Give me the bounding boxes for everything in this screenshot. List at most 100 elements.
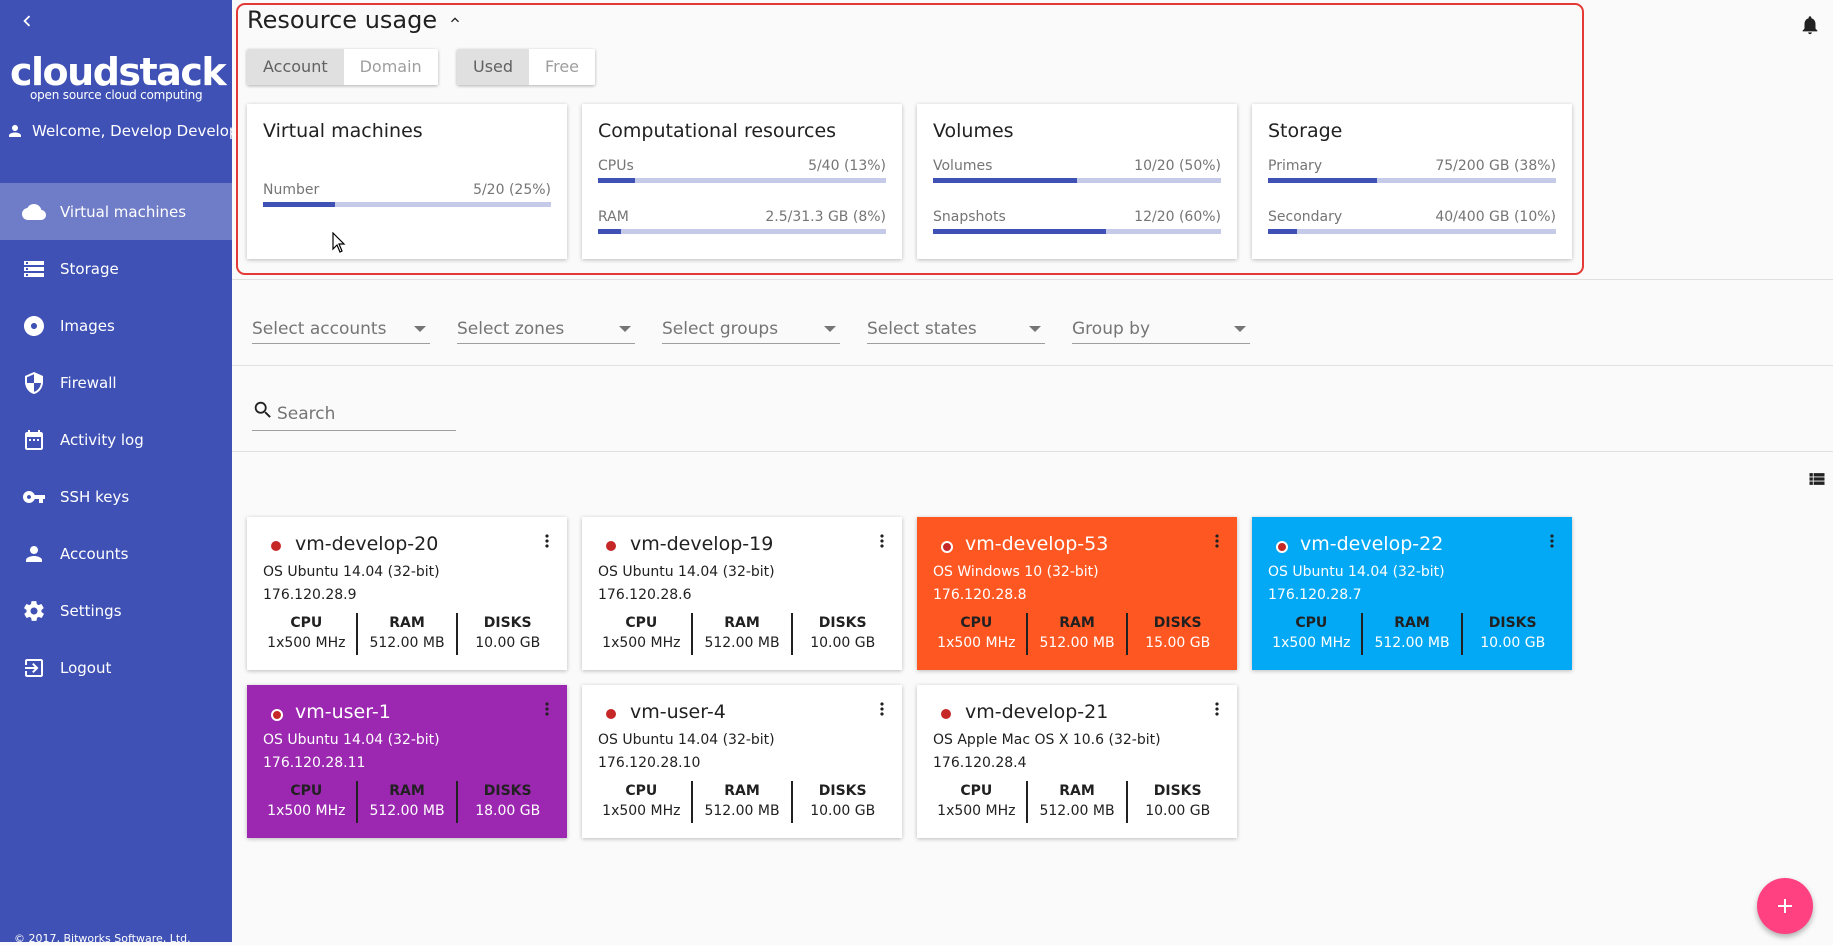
toggle-account[interactable]: Account bbox=[247, 49, 344, 85]
usage-meter: Snapshots 12/20 (60%) bbox=[933, 209, 1221, 234]
select-groups-dropdown[interactable]: Select groups bbox=[662, 315, 840, 344]
more-vert-icon[interactable] bbox=[537, 697, 557, 721]
add-vm-button[interactable] bbox=[1757, 878, 1813, 934]
stat-label: DISKS bbox=[818, 783, 867, 799]
sidebar-item-virtual-machines[interactable]: Virtual machines bbox=[0, 183, 232, 240]
sidebar-item-activity-log[interactable]: Activity log bbox=[0, 411, 232, 468]
meter-bar bbox=[598, 229, 886, 234]
search-input[interactable] bbox=[275, 403, 457, 425]
calendar-icon bbox=[25, 429, 43, 450]
sidebar-item-storage[interactable]: Storage bbox=[0, 240, 232, 297]
copyright-footer: © 2017, Bitworks Software, Ltd. bbox=[14, 932, 191, 945]
meter-label: Volumes bbox=[933, 158, 993, 174]
logo: cloudstack open source cloud computing bbox=[10, 52, 227, 102]
vm-name: vm-develop-21 bbox=[965, 701, 1109, 723]
stat-label: DISKS bbox=[1488, 615, 1537, 631]
stat-value: 10.00 GB bbox=[475, 635, 541, 651]
vm-card[interactable]: vm-develop-20 OS Ubuntu 14.04 (32-bit) 176… bbox=[247, 517, 567, 670]
stat-label: RAM bbox=[1059, 783, 1095, 799]
stat-label: RAM bbox=[1394, 615, 1430, 631]
select-accounts-dropdown[interactable]: Select accounts bbox=[252, 315, 430, 344]
sidebar-item-label: Logout bbox=[60, 658, 112, 677]
stat-value: 1x500 MHz bbox=[602, 803, 681, 819]
sidebar: cloudstack open source cloud computing W… bbox=[0, 0, 238, 945]
divider bbox=[232, 451, 1833, 452]
sidebar-item-logout[interactable]: Logout bbox=[0, 639, 232, 696]
chevron-left-icon[interactable] bbox=[16, 10, 38, 32]
vm-card[interactable]: vm-develop-53 OS Windows 10 (32-bit) 176.1… bbox=[917, 517, 1237, 670]
sidebar-item-label: SSH keys bbox=[60, 487, 130, 506]
vm-stat-cpu: CPU 1x500 MHz bbox=[1262, 613, 1361, 655]
meter-value: 40/400 GB (10%) bbox=[1435, 209, 1556, 225]
more-vert-icon[interactable] bbox=[1207, 529, 1227, 553]
stat-value: 10.00 GB bbox=[810, 803, 876, 819]
vm-card[interactable]: vm-user-1 OS Ubuntu 14.04 (32-bit) 176.120… bbox=[247, 685, 567, 838]
sidebar-item-label: Virtual machines bbox=[60, 202, 187, 221]
search-icon bbox=[254, 401, 271, 418]
person-icon bbox=[9, 125, 21, 137]
dropdown-arrow-icon bbox=[1234, 326, 1246, 332]
resource-usage-header[interactable]: Resource usage bbox=[247, 6, 463, 34]
welcome-user[interactable]: Welcome, Develop Develop bbox=[6, 122, 238, 140]
sidebar-item-images[interactable]: Images bbox=[0, 297, 232, 354]
list-view-icon[interactable] bbox=[1806, 469, 1828, 489]
filter-label: Select accounts bbox=[252, 319, 387, 339]
meter-value: 75/200 GB (38%) bbox=[1435, 158, 1556, 174]
vm-card[interactable]: vm-develop-19 OS Ubuntu 14.04 (32-bit) 176… bbox=[582, 517, 902, 670]
more-vert-icon[interactable] bbox=[872, 697, 892, 721]
stat-label: CPU bbox=[960, 615, 993, 631]
vm-ip: 176.120.28.11 bbox=[263, 755, 366, 771]
vm-stat-disks: DISKS 10.00 GB bbox=[456, 613, 557, 655]
vm-stat-ram: RAM 512.00 MB bbox=[1025, 781, 1127, 823]
vm-stat-ram: RAM 512.00 MB bbox=[355, 781, 457, 823]
status-dot-icon bbox=[606, 709, 616, 719]
usage-card-title: Volumes bbox=[933, 120, 1014, 142]
stat-value: 18.00 GB bbox=[475, 803, 541, 819]
bell-icon[interactable] bbox=[1799, 14, 1821, 36]
stat-label: CPU bbox=[290, 615, 323, 631]
stat-value: 15.00 GB bbox=[1145, 635, 1211, 651]
welcome-text: Welcome, Develop Develop bbox=[32, 122, 239, 140]
vm-card[interactable]: vm-user-4 OS Ubuntu 14.04 (32-bit) 176.120… bbox=[582, 685, 902, 838]
usage-card-virtual-machines: Virtual machines Number 5/20 (25%) bbox=[247, 104, 567, 259]
stat-value: 1x500 MHz bbox=[937, 803, 1016, 819]
chevron-up-icon[interactable] bbox=[447, 12, 463, 28]
meter-value: 12/20 (60%) bbox=[1134, 209, 1221, 225]
vm-stat-cpu: CPU 1x500 MHz bbox=[257, 781, 356, 823]
meter-fill bbox=[933, 178, 1077, 183]
divider bbox=[232, 365, 1833, 366]
group-by-dropdown[interactable]: Group by bbox=[1072, 315, 1250, 344]
filter-label: Select groups bbox=[662, 319, 779, 339]
sidebar-item-accounts[interactable]: Accounts bbox=[0, 525, 232, 582]
vm-os: OS Ubuntu 14.04 (32-bit) bbox=[598, 564, 775, 580]
vm-name: vm-develop-19 bbox=[630, 533, 774, 555]
sidebar-item-settings[interactable]: Settings bbox=[0, 582, 232, 639]
stat-label: DISKS bbox=[483, 783, 532, 799]
stat-label: CPU bbox=[625, 783, 658, 799]
more-vert-icon[interactable] bbox=[1207, 697, 1227, 721]
toggle-free[interactable]: Free bbox=[529, 49, 595, 85]
sidebar-item-firewall[interactable]: Firewall bbox=[0, 354, 232, 411]
usage-meter: Secondary 40/400 GB (10%) bbox=[1268, 209, 1556, 234]
stat-value: 512.00 MB bbox=[1039, 635, 1115, 651]
disc-icon bbox=[24, 315, 44, 336]
vm-card[interactable]: vm-develop-22 OS Ubuntu 14.04 (32-bit) 176… bbox=[1252, 517, 1572, 670]
status-dot-icon bbox=[941, 541, 953, 553]
stat-label: CPU bbox=[625, 615, 658, 631]
sidebar-item-ssh-keys[interactable]: SSH keys bbox=[0, 468, 232, 525]
vm-card[interactable]: vm-develop-21 OS Apple Mac OS X 10.6 (32-… bbox=[917, 685, 1237, 838]
vm-os: OS Ubuntu 14.04 (32-bit) bbox=[598, 732, 775, 748]
more-vert-icon[interactable] bbox=[537, 529, 557, 553]
select-states-dropdown[interactable]: Select states bbox=[867, 315, 1045, 344]
vm-stat-disks: DISKS 10.00 GB bbox=[791, 613, 892, 655]
more-vert-icon[interactable] bbox=[872, 529, 892, 553]
toggle-domain[interactable]: Domain bbox=[343, 49, 438, 85]
meter-fill bbox=[933, 229, 1106, 234]
sidebar-item-label: Storage bbox=[60, 259, 119, 278]
toggle-used[interactable]: Used bbox=[457, 49, 530, 85]
select-zones-dropdown[interactable]: Select zones bbox=[457, 315, 635, 344]
more-vert-icon[interactable] bbox=[1542, 529, 1562, 553]
stat-value: 1x500 MHz bbox=[1272, 635, 1351, 651]
vm-stat-ram: RAM 512.00 MB bbox=[1025, 613, 1127, 655]
meter-fill bbox=[598, 178, 636, 183]
